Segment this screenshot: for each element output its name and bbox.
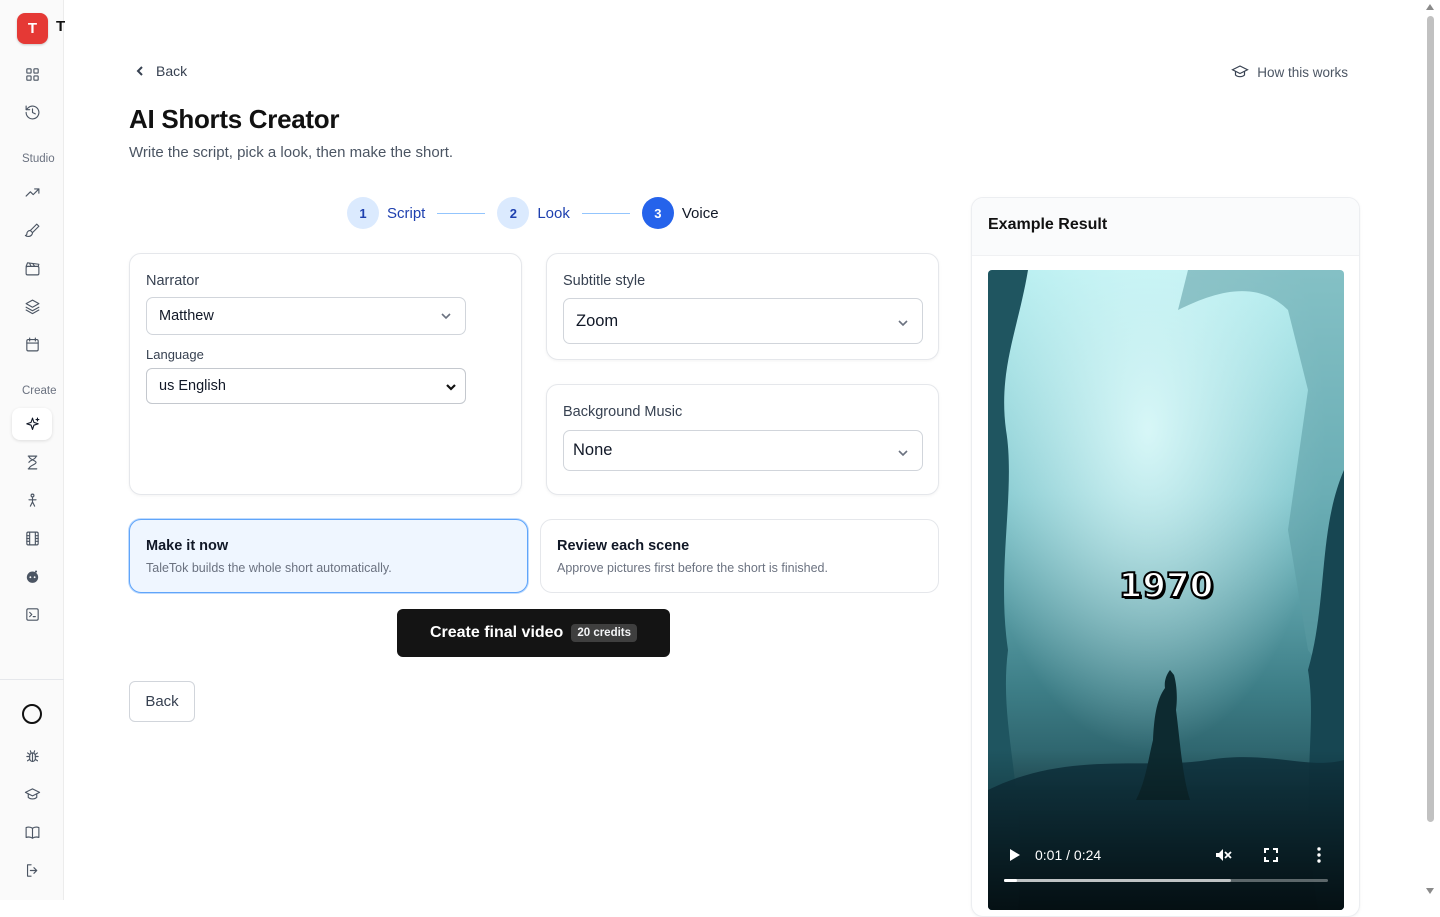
muted-speaker-icon[interactable] bbox=[1213, 845, 1233, 865]
sidebar-divider bbox=[0, 679, 64, 680]
layers-icon[interactable] bbox=[12, 290, 52, 322]
scroll-down-icon[interactable] bbox=[1426, 888, 1434, 894]
page-scrollbar[interactable] bbox=[1424, 0, 1436, 900]
back-link[interactable]: Back bbox=[134, 63, 187, 79]
subtitle-style-value: Zoom bbox=[576, 311, 619, 330]
person-icon[interactable] bbox=[12, 484, 52, 516]
app-logo[interactable]: T bbox=[17, 13, 48, 44]
sidebar: T T Studio Create bbox=[0, 0, 66, 900]
language-value: us English bbox=[159, 378, 226, 394]
background-music-card: Background Music None bbox=[546, 384, 939, 495]
create-section-label: Create bbox=[22, 385, 57, 397]
studio-section-label: Studio bbox=[22, 153, 55, 165]
narrator-card: Narrator Matthew Language us English bbox=[129, 253, 522, 495]
logo-letter: T bbox=[27, 20, 38, 37]
bug-icon[interactable] bbox=[12, 740, 52, 772]
calendar-icon[interactable] bbox=[12, 328, 52, 360]
narrator-value: Matthew bbox=[159, 308, 214, 324]
video-progress-bar[interactable] bbox=[1004, 879, 1328, 882]
background-music-value: None bbox=[573, 441, 613, 459]
narrator-select[interactable]: Matthew bbox=[146, 297, 466, 335]
step-2-label[interactable]: Look bbox=[537, 205, 570, 222]
scroll-thumb[interactable] bbox=[1427, 16, 1434, 822]
background-music-label: Background Music bbox=[563, 404, 683, 420]
review-each-scene-option[interactable]: Review each scene Approve pictures first… bbox=[540, 519, 939, 593]
review-each-scene-title: Review each scene bbox=[557, 538, 690, 554]
make-it-now-title: Make it now bbox=[146, 538, 229, 554]
back-button[interactable]: Back bbox=[129, 681, 195, 722]
review-each-scene-desc: Approve pictures first before the short … bbox=[557, 561, 828, 575]
step-1-number[interactable]: 1 bbox=[347, 197, 379, 229]
hourglass-icon[interactable] bbox=[12, 446, 52, 478]
grid-icon[interactable] bbox=[12, 58, 52, 90]
film-icon[interactable] bbox=[12, 522, 52, 554]
chevron-down-icon bbox=[440, 310, 452, 322]
play-icon[interactable] bbox=[1004, 845, 1024, 865]
example-result-title: Example Result bbox=[972, 198, 1359, 256]
language-select[interactable]: us English bbox=[146, 368, 466, 404]
video-controls: 0:01 / 0:24 bbox=[988, 830, 1344, 910]
logout-icon[interactable] bbox=[12, 854, 52, 886]
brush-icon[interactable] bbox=[12, 214, 52, 246]
book-icon[interactable] bbox=[12, 816, 52, 848]
step-2-number[interactable]: 2 bbox=[497, 197, 530, 229]
subtitle-style-label: Subtitle style bbox=[563, 273, 646, 289]
logo-tail: T bbox=[56, 18, 66, 35]
step-1-label[interactable]: Script bbox=[387, 205, 425, 222]
chevron-left-icon bbox=[136, 66, 143, 76]
step-connector bbox=[581, 212, 630, 214]
graduation-cap-icon bbox=[1231, 65, 1250, 78]
subtitle-style-card: Subtitle style Zoom bbox=[546, 253, 939, 360]
scroll-up-icon[interactable] bbox=[1426, 4, 1434, 10]
step-3-number[interactable]: 3 bbox=[641, 197, 674, 229]
example-video-player[interactable]: 1970 0:01 / 0:24 bbox=[988, 270, 1344, 910]
language-label: Language bbox=[146, 347, 204, 362]
back-link-label: Back bbox=[156, 63, 188, 79]
graduation-cap-icon[interactable] bbox=[12, 778, 52, 810]
fullscreen-icon[interactable] bbox=[1261, 845, 1281, 865]
chevron-down-icon bbox=[897, 445, 909, 457]
make-it-now-desc: TaleTok builds the whole short automatic… bbox=[146, 561, 392, 575]
video-played-bar bbox=[1004, 879, 1017, 882]
credits-badge: 20 credits bbox=[571, 624, 638, 642]
page-subtitle: Write the script, pick a look, then make… bbox=[129, 144, 454, 161]
video-caption: 1970 bbox=[1118, 565, 1215, 607]
video-buffered-bar bbox=[1004, 879, 1231, 882]
page-title: AI Shorts Creator bbox=[129, 104, 340, 134]
create-final-video-button[interactable]: Create final video 20 credits bbox=[397, 609, 670, 657]
make-it-now-option[interactable]: Make it now TaleTok builds the whole sho… bbox=[129, 519, 528, 593]
background-music-select[interactable]: None bbox=[563, 430, 923, 471]
step-3-label[interactable]: Voice bbox=[682, 205, 719, 222]
narrator-label: Narrator bbox=[146, 273, 200, 289]
terminal-icon[interactable] bbox=[12, 598, 52, 630]
chevron-down-icon bbox=[897, 315, 909, 327]
more-options-icon[interactable] bbox=[1309, 845, 1329, 865]
history-icon[interactable] bbox=[12, 96, 52, 128]
how-this-works-label: How this works bbox=[1257, 64, 1348, 80]
how-this-works-link[interactable]: How this works bbox=[1231, 63, 1348, 81]
stepper: 1 Script 2 Look 3 Voice bbox=[347, 197, 719, 229]
clapperboard-icon[interactable] bbox=[12, 252, 52, 284]
sparkles-icon[interactable] bbox=[12, 408, 52, 440]
status-ring-icon[interactable] bbox=[22, 704, 42, 724]
example-result-card: Example Result 1970 0:01 / 0:24 bbox=[971, 197, 1360, 917]
create-final-video-label: Create final video bbox=[429, 624, 564, 641]
trending-icon[interactable] bbox=[12, 176, 52, 208]
subtitle-style-select[interactable]: Zoom bbox=[563, 298, 923, 344]
video-time: 0:01 / 0:24 bbox=[1035, 847, 1102, 863]
step-connector bbox=[437, 212, 486, 214]
reddit-icon[interactable] bbox=[12, 560, 52, 592]
